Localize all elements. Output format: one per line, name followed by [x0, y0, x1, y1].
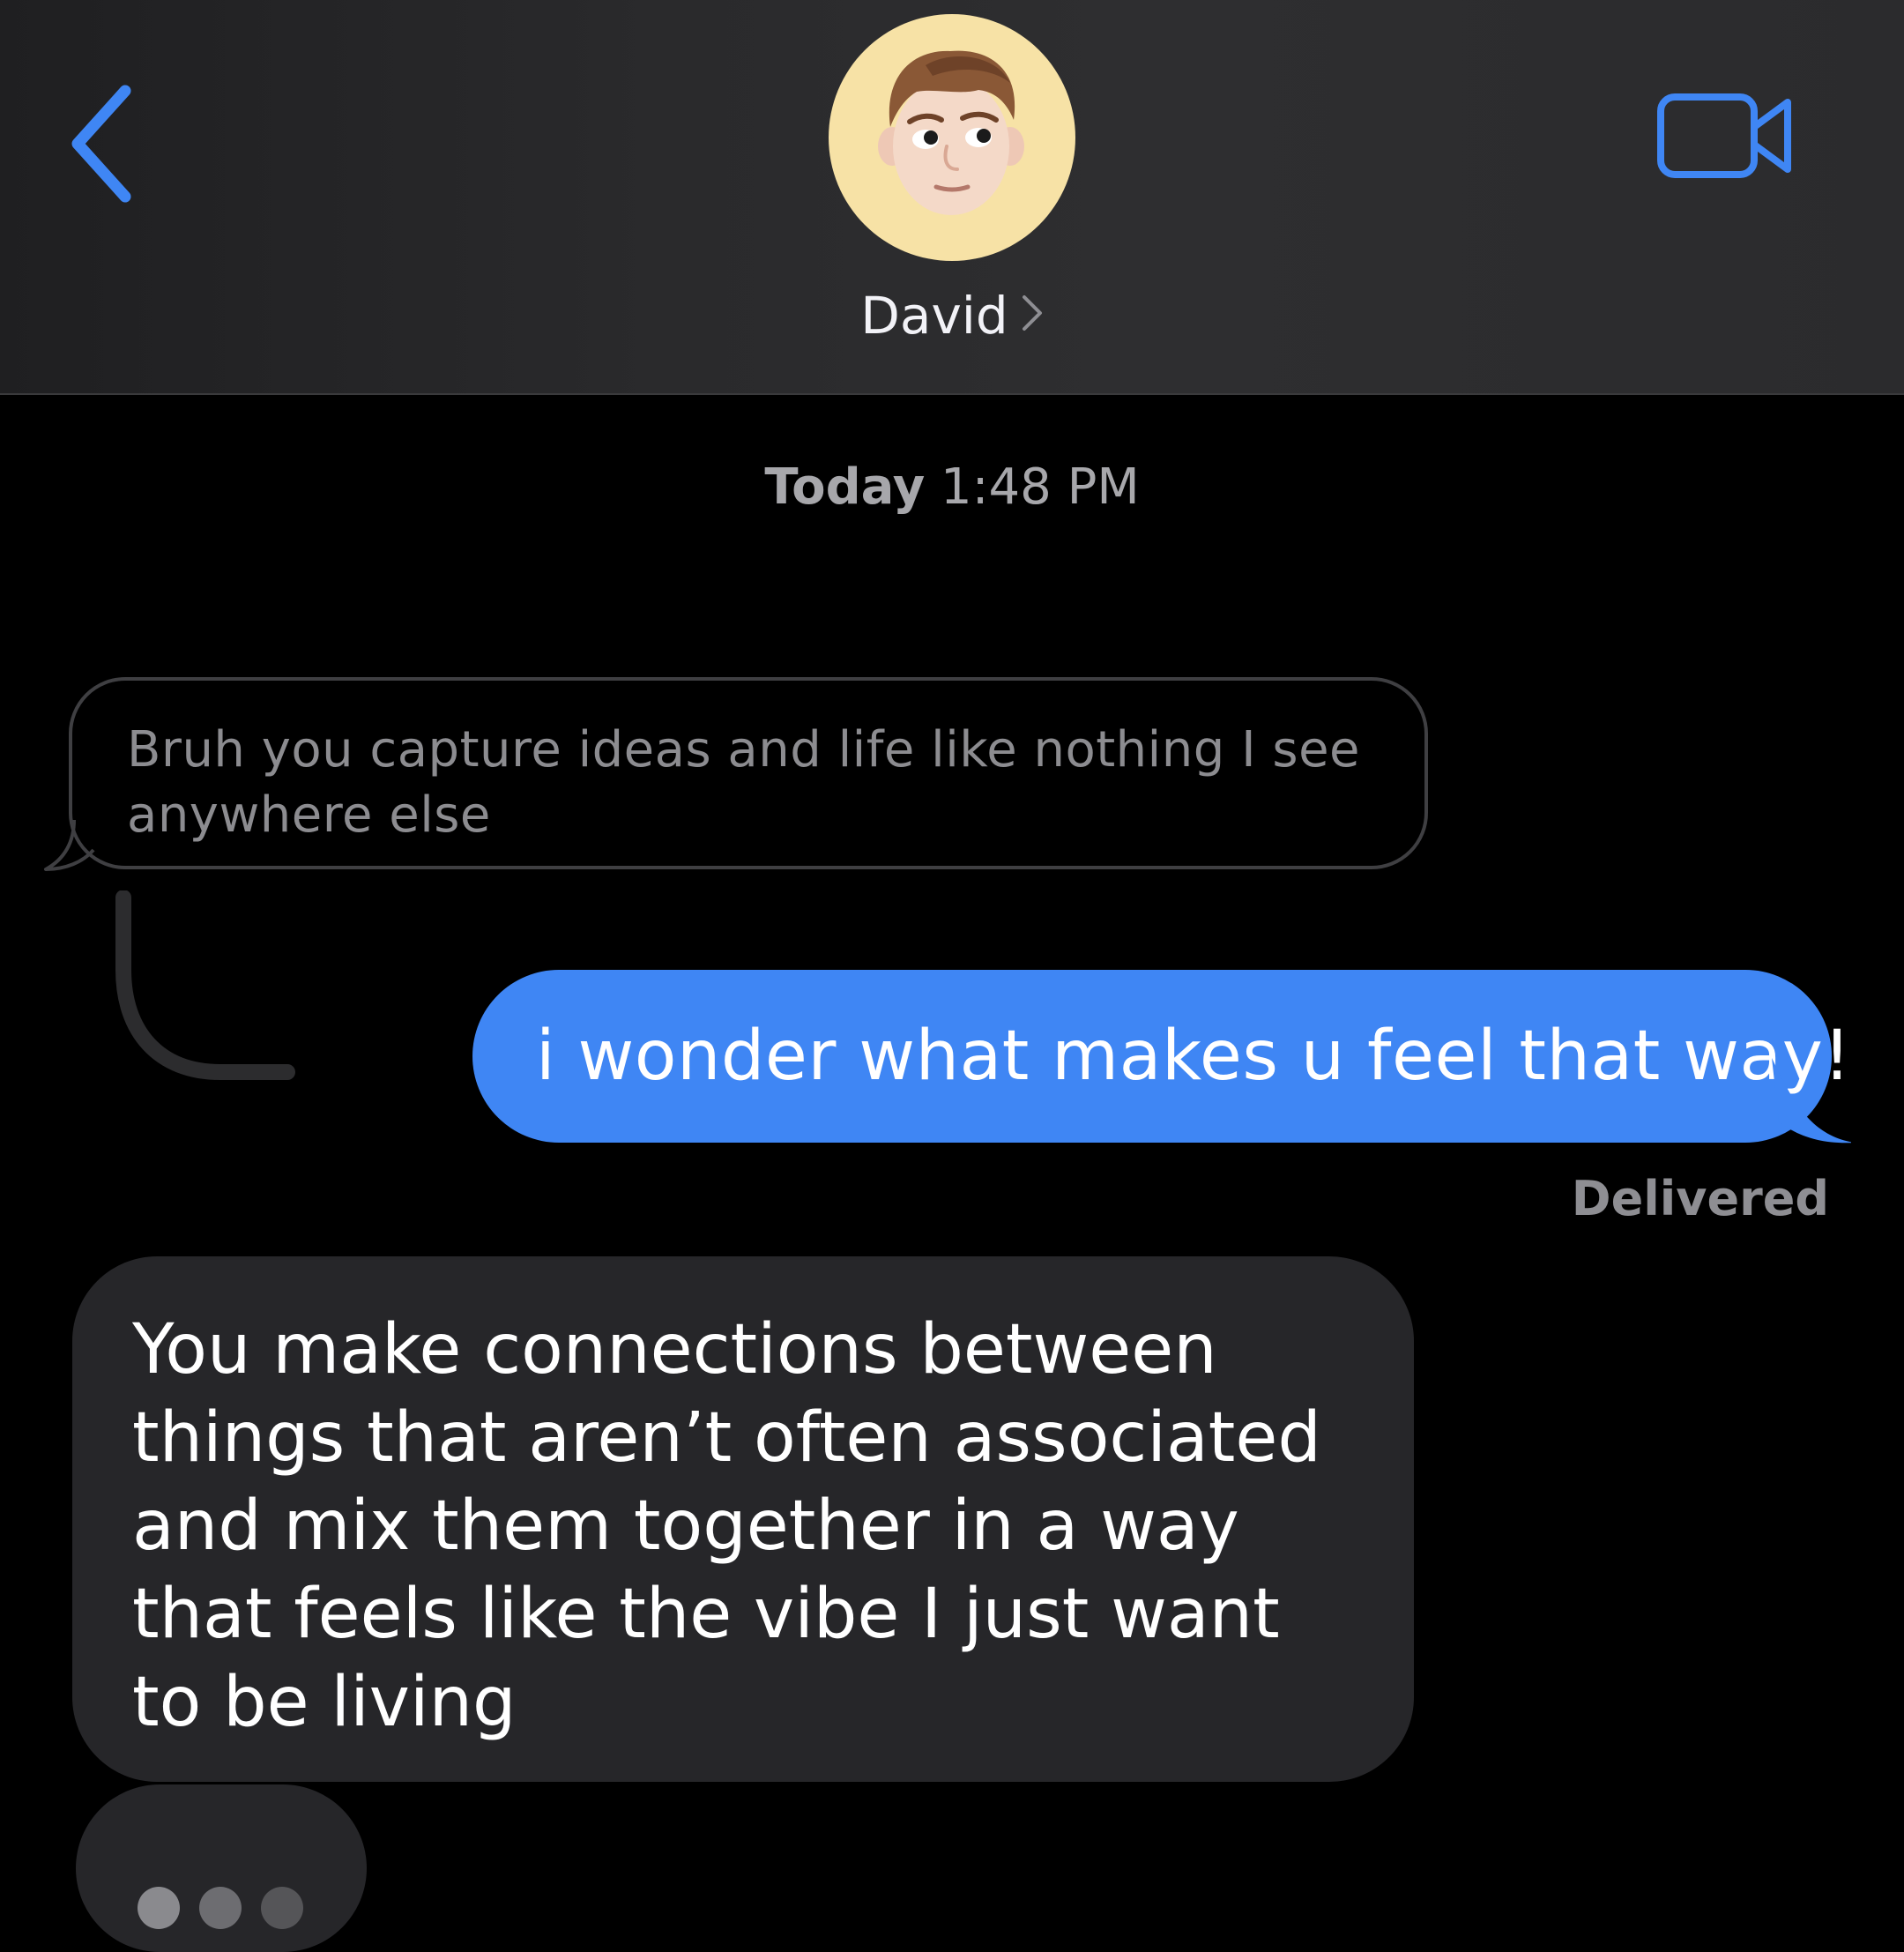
- sent-bubble-tail: [1772, 1058, 1851, 1144]
- sent-message-bubble[interactable]: i wonder what makes u feel that way!: [472, 970, 1851, 1143]
- back-button[interactable]: [62, 75, 159, 207]
- contact-name: David: [860, 286, 1008, 346]
- received-message-text: You make connections between things that…: [132, 1310, 1321, 1742]
- chevron-right-icon: [1021, 279, 1044, 350]
- conversation-timestamp: Today 1:48 PM: [0, 458, 1904, 516]
- contact-avatar[interactable]: [829, 14, 1075, 261]
- typing-dot: [138, 1887, 180, 1929]
- chevron-left-icon: [71, 85, 131, 203]
- navigation-bar: David: [0, 0, 1904, 395]
- sent-message-text: i wonder what makes u feel that way!: [536, 1017, 1852, 1096]
- contact-name-button[interactable]: David: [0, 280, 1904, 351]
- typing-dot: [199, 1887, 242, 1929]
- timestamp-day: Today: [764, 458, 926, 516]
- received-message-bubble[interactable]: You make connections between things that…: [72, 1256, 1414, 1782]
- video-camera-icon: [1657, 93, 1791, 178]
- delivery-status: Delivered: [1571, 1171, 1829, 1226]
- timestamp-time: 1:48 PM: [941, 458, 1140, 516]
- quoted-message-text: Bruh you capture ideas and life like not…: [127, 721, 1360, 844]
- quoted-message-bubble[interactable]: Bruh you capture ideas and life like not…: [69, 677, 1428, 869]
- reply-connector-line: [115, 890, 295, 1080]
- memoji-avatar-icon: [878, 50, 1024, 215]
- typing-dot: [261, 1887, 303, 1929]
- typing-indicator: [76, 1784, 367, 1952]
- video-call-button[interactable]: [1655, 88, 1796, 185]
